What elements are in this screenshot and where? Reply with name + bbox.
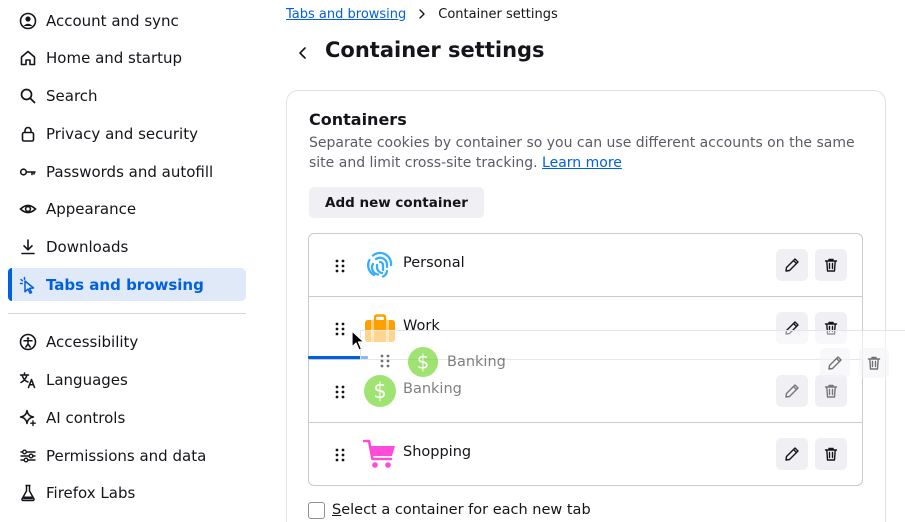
sidebar: Account and sync Home and startup Search… <box>0 0 260 522</box>
sidebar-item-label: Firefox Labs <box>46 483 136 502</box>
trash-icon <box>824 447 838 461</box>
download-icon <box>21 239 35 255</box>
delete-container-button[interactable] <box>815 249 847 281</box>
select-container-option[interactable]: Select a container for each new tab <box>308 500 591 520</box>
drag-handle-icon[interactable] <box>333 447 347 463</box>
container-name: Personal <box>403 255 465 271</box>
sidebar-item-permissions-and-data[interactable]: Permissions and data <box>8 439 246 472</box>
sidebar-item-label: Downloads <box>46 237 129 256</box>
sidebar-item-label: Permissions and data <box>46 446 207 465</box>
sidebar-item-privacy-and-security[interactable]: Privacy and security <box>8 117 246 150</box>
trash-icon <box>824 321 838 335</box>
delete-container-button[interactable] <box>815 375 847 407</box>
cart-icon <box>363 439 395 468</box>
pencil-icon <box>785 321 799 335</box>
svg-text:$: $ <box>373 379 386 403</box>
page-title: Container settings <box>325 38 545 62</box>
delete-container-button[interactable] <box>815 438 847 470</box>
sidebar-item-label: Search <box>46 86 98 105</box>
edit-container-button[interactable] <box>776 249 808 281</box>
add-new-container-button[interactable]: Add new container <box>309 187 484 218</box>
search-icon <box>20 88 36 104</box>
lock-icon <box>21 126 35 142</box>
container-row-banking: $ Banking <box>309 360 862 423</box>
cursor-click-icon <box>19 276 35 294</box>
sidebar-item-home-and-startup[interactable]: Home and startup <box>8 41 246 74</box>
drop-indicator <box>308 356 368 359</box>
container-row-personal: Personal <box>309 234 862 297</box>
sliders-icon <box>20 449 36 463</box>
key-icon <box>19 168 36 176</box>
sidebar-item-appearance[interactable]: Appearance <box>8 192 246 225</box>
sidebar-item-label: Privacy and security <box>46 124 198 143</box>
accesskey-letter: S <box>332 502 342 518</box>
chevron-left-icon <box>299 47 306 59</box>
eye-icon <box>19 204 37 214</box>
container-name: Banking <box>403 381 462 397</box>
sidebar-item-label: Home and startup <box>46 48 183 67</box>
pencil-icon <box>785 258 799 272</box>
mouse-pointer-icon <box>351 330 365 351</box>
sidebar-item-passwords-and-autofill[interactable]: Passwords and autofill <box>8 155 246 188</box>
back-button[interactable] <box>290 40 316 66</box>
account-icon <box>19 12 37 30</box>
trash-icon <box>824 384 838 398</box>
delete-container-button[interactable] <box>815 312 847 344</box>
flask-icon <box>21 484 35 502</box>
sidebar-item-label: Appearance <box>46 199 137 218</box>
drag-handle-icon[interactable] <box>333 258 347 274</box>
accessibility-icon <box>19 333 37 351</box>
sidebar-item-downloads[interactable]: Downloads <box>8 230 246 263</box>
sidebar-item-ai-controls[interactable]: AI controls <box>8 401 246 434</box>
fingerprint-icon <box>367 251 393 278</box>
sidebar-item-languages[interactable]: Languages <box>8 363 246 396</box>
sidebar-item-label: Languages <box>46 370 128 389</box>
sidebar-item-label: Account and sync <box>46 11 179 30</box>
container-row-work: Work <box>309 297 862 360</box>
sidebar-item-label: Accessibility <box>46 332 139 351</box>
select-container-checkbox[interactable] <box>308 501 325 519</box>
dollar-icon: $ <box>364 375 396 407</box>
sidebar-item-search[interactable]: Search <box>8 79 246 112</box>
sparkle-icon <box>19 409 36 427</box>
sidebar-item-label: AI controls <box>46 408 126 427</box>
select-container-label: Select a container for each new tab <box>332 502 591 518</box>
sidebar-item-tabs-and-browsing[interactable]: Tabs and browsing <box>8 268 246 301</box>
containers-description: Separate cookies by container so you can… <box>309 134 857 173</box>
edit-container-button[interactable] <box>776 375 808 407</box>
drag-handle-icon[interactable] <box>333 321 347 337</box>
languages-icon <box>19 372 36 389</box>
select-container-label-text: elect a container for each new tab <box>341 502 591 518</box>
sidebar-item-firefox-labs[interactable]: Firefox Labs <box>8 476 246 509</box>
containers-heading: Containers <box>309 110 407 129</box>
chevron-right-icon <box>419 9 425 19</box>
breadcrumb-link-tabs-and-browsing[interactable]: Tabs and browsing <box>286 7 406 22</box>
edit-container-button[interactable] <box>776 438 808 470</box>
home-icon <box>20 50 36 66</box>
pencil-icon <box>785 447 799 461</box>
container-name: Shopping <box>403 444 472 460</box>
pencil-icon <box>785 384 799 398</box>
sidebar-item-accessibility[interactable]: Accessibility <box>8 325 246 358</box>
container-name: Work <box>403 318 440 334</box>
sidebar-item-label: Tabs and browsing <box>46 275 204 294</box>
drag-handle-icon[interactable] <box>333 384 347 400</box>
sidebar-divider <box>8 313 246 314</box>
briefcase-icon <box>365 314 395 342</box>
edit-container-button[interactable] <box>776 312 808 344</box>
sidebar-item-account-and-sync[interactable]: Account and sync <box>8 4 246 37</box>
container-row-shopping: Shopping <box>309 423 862 486</box>
trash-icon <box>824 258 838 272</box>
breadcrumb-current: Container settings <box>438 6 558 22</box>
container-list: Personal Work $ Banking Shopping <box>308 233 863 486</box>
breadcrumb: Tabs and browsing Container settings <box>286 5 558 23</box>
sidebar-item-label: Passwords and autofill <box>46 162 214 181</box>
learn-more-link[interactable]: Learn more <box>542 155 622 171</box>
